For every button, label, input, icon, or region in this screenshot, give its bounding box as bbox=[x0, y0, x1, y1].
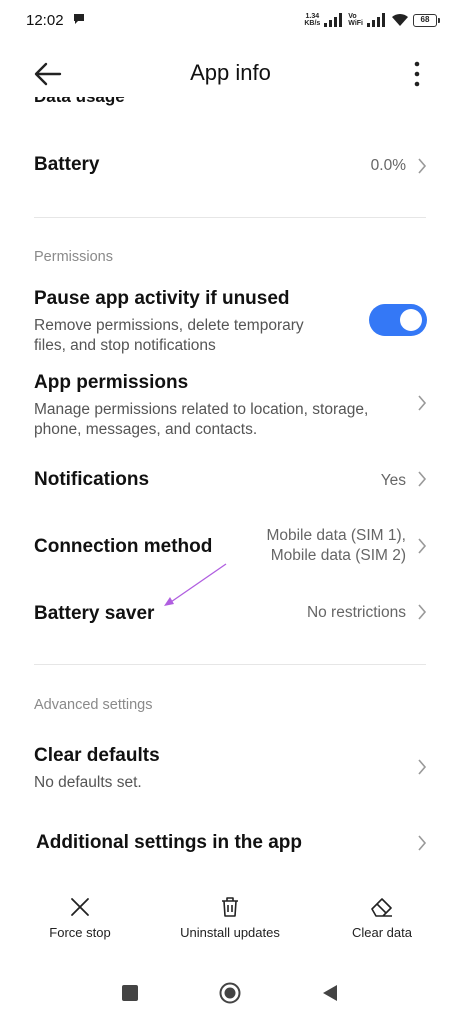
row-clear-defaults[interactable]: Clear defaults No defaults set. bbox=[0, 733, 461, 795]
wifi-icon bbox=[392, 13, 408, 26]
row-value: 0.0% bbox=[370, 157, 406, 174]
divider bbox=[34, 217, 426, 218]
battery-indicator: 68 bbox=[413, 13, 440, 27]
bottom-action-bar: Force stop Uninstall updates Clear data bbox=[0, 895, 461, 955]
uninstall-updates-label: Uninstall updates bbox=[180, 925, 280, 940]
row-title: Additional settings in the app bbox=[36, 832, 302, 853]
chevron-right-icon bbox=[418, 835, 427, 851]
clear-data-label: Clear data bbox=[352, 925, 412, 940]
section-label-advanced: Advanced settings bbox=[34, 697, 153, 713]
row-notifications[interactable]: Notifications Yes bbox=[0, 455, 461, 505]
row-pause-app-activity[interactable]: Pause app activity if unused Remove perm… bbox=[0, 286, 461, 358]
row-value: No restrictions bbox=[306, 604, 406, 621]
status-time: 12:02 bbox=[26, 12, 64, 29]
chevron-right-icon bbox=[418, 395, 427, 411]
recents-square-icon[interactable] bbox=[121, 984, 139, 1002]
row-title: Clear defaults bbox=[34, 745, 160, 766]
row-battery-saver[interactable]: Battery saver No restrictions bbox=[0, 589, 461, 639]
row-title: Battery bbox=[34, 154, 100, 175]
signal-icon-2 bbox=[367, 13, 385, 27]
row-title: Battery saver bbox=[34, 603, 155, 624]
eraser-icon bbox=[371, 898, 392, 917]
row-title: App permissions bbox=[34, 372, 189, 393]
chevron-right-icon bbox=[418, 759, 427, 775]
row-connection-method[interactable]: Connection method Mobile data (SIM 1), M… bbox=[0, 522, 461, 574]
row-subtitle: Manage permissions related to location, … bbox=[34, 401, 369, 438]
row-value-line1: Mobile data (SIM 1), bbox=[266, 527, 406, 544]
force-stop-label: Force stop bbox=[49, 925, 111, 940]
row-app-permissions[interactable]: App permissions Manage permissions relat… bbox=[0, 370, 461, 442]
pause-app-toggle[interactable] bbox=[369, 304, 427, 336]
row-battery[interactable]: Battery 0.0% bbox=[0, 140, 461, 190]
signal-icon bbox=[324, 13, 343, 27]
row-value-line2: Mobile data (SIM 2) bbox=[270, 547, 406, 564]
chat-bubble-icon bbox=[74, 14, 84, 24]
page-title: App info bbox=[190, 60, 271, 85]
status-icons: 1.34 KB/s Vo WiFi 68 bbox=[304, 11, 440, 29]
chevron-right-icon bbox=[418, 538, 427, 554]
divider bbox=[34, 664, 426, 665]
vowifi-indicator: Vo WiFi bbox=[348, 13, 363, 27]
row-subtitle: Remove permissions, delete temporary fil… bbox=[34, 317, 304, 354]
row-title: Pause app activity if unused bbox=[34, 288, 290, 309]
chevron-right-icon bbox=[418, 604, 427, 620]
row-data-usage-cutoff[interactable]: Data usage bbox=[34, 97, 154, 107]
toggle-knob bbox=[400, 309, 422, 331]
back-triangle-icon[interactable] bbox=[321, 984, 339, 1002]
close-icon bbox=[71, 898, 89, 916]
app-bar: App info bbox=[0, 50, 461, 98]
section-label-permissions: Permissions bbox=[34, 249, 113, 265]
home-circle-icon[interactable] bbox=[219, 982, 241, 1004]
row-additional-settings[interactable]: Additional settings in the app bbox=[0, 818, 461, 868]
status-bar: 12:02 1.34 KB/s Vo WiFi 68 bbox=[0, 0, 461, 40]
trash-icon bbox=[222, 897, 238, 917]
chevron-right-icon bbox=[418, 471, 427, 487]
network-speed: 1.34 KB/s bbox=[304, 13, 321, 27]
row-subtitle: No defaults set. bbox=[34, 774, 142, 791]
row-value: Yes bbox=[380, 472, 406, 489]
row-title: Connection method bbox=[34, 536, 213, 557]
more-vertical-icon[interactable] bbox=[409, 58, 425, 90]
system-nav-bar bbox=[0, 976, 461, 1016]
clear-data-button[interactable]: Clear data bbox=[342, 895, 422, 940]
chevron-right-icon bbox=[418, 158, 427, 174]
force-stop-button[interactable]: Force stop bbox=[38, 895, 122, 940]
row-title: Notifications bbox=[34, 469, 150, 490]
uninstall-updates-button[interactable]: Uninstall updates bbox=[170, 895, 290, 940]
